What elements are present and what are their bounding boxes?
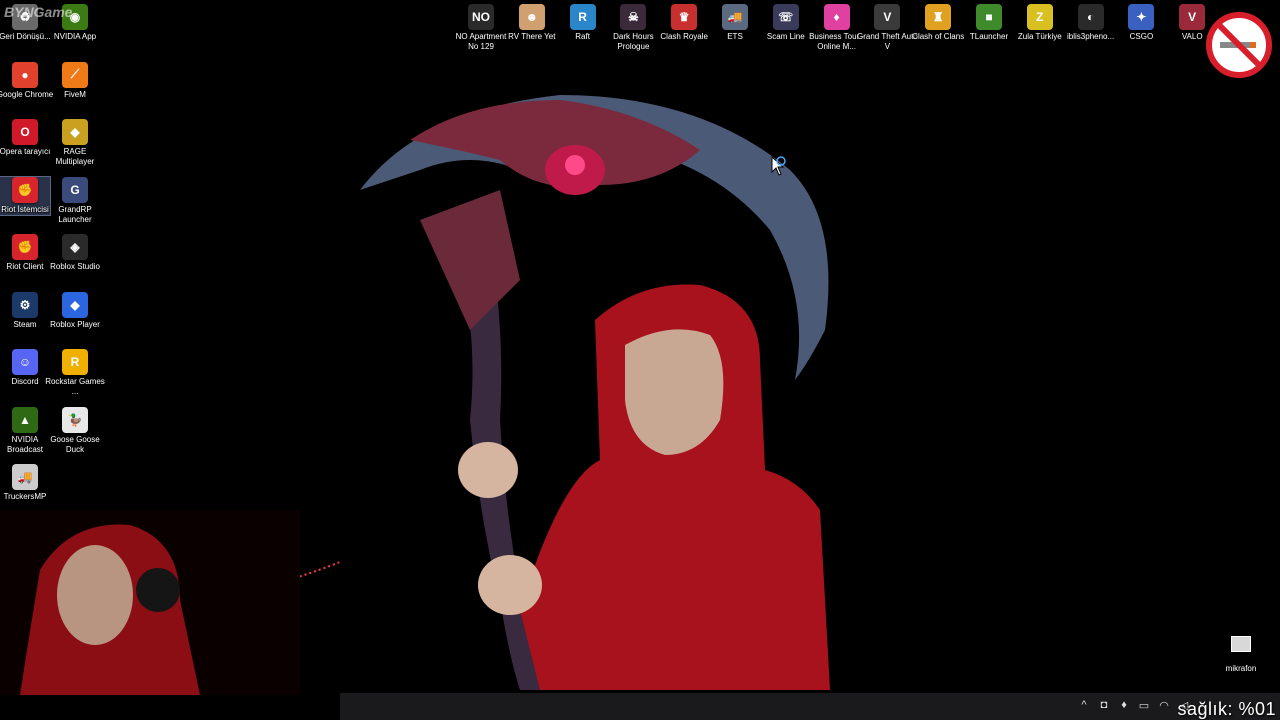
zula-icon: Z: [1026, 4, 1053, 30]
channel-watermark: BYNGame: [4, 4, 73, 20]
csgo-icon: ✦: [1128, 4, 1155, 30]
fivem-icon: ⟋: [62, 61, 88, 88]
mouse-cursor-icon: [771, 155, 786, 176]
desktop-shortcut[interactable]: ☠ Dark Hours Prologue: [608, 4, 658, 52]
desktop-shortcut[interactable]: V Grand Theft Auto V: [857, 4, 918, 52]
mic-icon[interactable]: ♦: [1118, 699, 1130, 712]
desktop-shortcut[interactable]: NO NO Apartment No 129: [456, 4, 506, 52]
truckersmp-icon: 🚚: [12, 464, 38, 490]
desktop-shortcut-label: TruckersMP: [3, 492, 47, 501]
desktop-shortcut[interactable]: ☺ Discord: [0, 349, 50, 387]
riot-client-icon: ✊: [12, 176, 38, 203]
chrome-icon: ●: [12, 61, 38, 88]
dark-hours-icon: ☠: [620, 4, 647, 30]
wifi-icon[interactable]: ◠: [1158, 699, 1170, 712]
desktop-shortcut[interactable]: ▲ NVIDIA Broadcast: [0, 406, 50, 455]
desktop-shortcut[interactable]: R Rockstar Games ...: [45, 349, 105, 397]
desktop-shortcut[interactable]: ✊ Riot Client: [0, 234, 50, 272]
desktop-shortcut-label: GrandRP Launcher: [58, 204, 92, 224]
mikrafon-icon: [1231, 636, 1251, 652]
health-overlay-text: sağlık: %01: [1177, 699, 1276, 719]
desktop-shortcut[interactable]: ☻ RV There Yet: [507, 4, 557, 42]
gta-v-icon: V: [874, 4, 901, 30]
desktop-shortcut[interactable]: ● Google Chrome: [0, 61, 53, 100]
desktop-shortcut[interactable]: ■ TLauncher: [964, 4, 1014, 42]
roblox-studio-icon: ◈: [62, 234, 88, 260]
ets-icon: 🚚: [722, 4, 748, 30]
apartment-no129-icon: NO: [468, 4, 494, 30]
desktop-shortcut[interactable]: ♛ Clash Royale: [659, 4, 709, 42]
desktop-shortcut[interactable]: ◈ Roblox Studio: [50, 234, 100, 272]
discord-icon: ☺: [12, 349, 38, 375]
desktop-shortcut-label: RAGE Multiplayer: [55, 147, 95, 166]
webcam-overlay: [0, 510, 300, 695]
desktop-shortcut-label: Rockstar Games ...: [45, 377, 105, 396]
desktop-shortcut[interactable]: Z Zula Türkiye: [1015, 4, 1065, 42]
nvidia-broadcast-icon: ▲: [12, 406, 38, 433]
desktop-shortcut[interactable]: ☏ Scam Line: [761, 4, 811, 42]
clash-of-clans-icon: ♜: [925, 4, 952, 30]
rage-mp-icon: ◆: [62, 119, 88, 145]
business-tour-icon: ♦: [823, 4, 850, 30]
valorant-icon: V: [1179, 4, 1206, 30]
desktop-shortcut-label: Goose Goose Duck: [50, 434, 100, 454]
desktop-shortcut[interactable]: ⟋ FiveM: [50, 61, 100, 100]
desktop-shortcut[interactable]: 🚚 ETS: [710, 4, 760, 42]
desktop-shortcut[interactable]: ◆ RAGE Multiplayer: [50, 119, 100, 167]
iblis3-icon: ◐: [1077, 4, 1104, 30]
desktop-shortcut[interactable]: 🦆 Goose Goose Duck: [50, 406, 100, 455]
desktop-shortcut[interactable]: G GrandRP Launcher: [50, 176, 100, 225]
roblox-player-icon: ◆: [62, 291, 88, 318]
goose-goose-duck-icon: 🦆: [62, 406, 88, 433]
desktop-shortcut-label: Roblox Player: [50, 319, 100, 329]
desktop-shortcut[interactable]: 🚚 TruckersMP: [0, 464, 50, 502]
mikrafon-label: mikrafon: [1225, 664, 1257, 673]
taskbar: ^ ◘ ♦ ▭ ◠ ◁: [340, 693, 1280, 720]
desktop-shortcut[interactable]: ✦ CSGO: [1116, 4, 1166, 42]
desktop-shortcut-label: NVIDIA App: [53, 32, 97, 41]
camera-icon[interactable]: ◘: [1098, 699, 1110, 712]
desktop-shortcut[interactable]: ♦ Business Tour - Online M...: [809, 4, 864, 52]
grandrp-icon: G: [62, 176, 88, 203]
chevron-up-icon[interactable]: ^: [1078, 699, 1090, 712]
opera-icon: O: [12, 119, 38, 145]
system-tray: ^ ◘ ♦ ▭ ◠ ◁: [1078, 699, 1190, 712]
riot-client-icon: ✊: [12, 234, 38, 260]
desktop-shortcut-label: Roblox Studio: [50, 262, 100, 271]
tlauncher-icon: ■: [976, 4, 1002, 30]
desktop-shortcut[interactable]: O Opera tarayıcı: [0, 119, 50, 157]
scam-line-icon: ☏: [772, 4, 799, 30]
rockstar-icon: R: [62, 349, 88, 375]
desktop-shortcut[interactable]: ◐ iblis3pheno...: [1066, 4, 1116, 42]
desktop-shortcut-label: FiveM: [64, 89, 86, 99]
rv-there-yet-icon: ☻: [518, 4, 545, 30]
clash-royale-icon: ♛: [671, 4, 698, 30]
no-smoking-icon: [1206, 12, 1272, 78]
network-icon[interactable]: ▭: [1138, 699, 1150, 712]
raft-icon: R: [569, 4, 596, 30]
mikrafon-shortcut[interactable]: mikrafon: [1218, 636, 1264, 673]
desktop-shortcut[interactable]: ♜ Clash of Clans: [912, 4, 964, 42]
desktop-shortcut[interactable]: ◆ Roblox Player: [50, 291, 100, 330]
steam-icon: ⚙: [12, 291, 38, 318]
desktop-shortcut[interactable]: ✊ Riot İstemcisi: [0, 175, 51, 216]
desktop-shortcut[interactable]: R Raft: [558, 4, 608, 42]
desktop-shortcut[interactable]: ⚙ Steam: [0, 291, 50, 330]
